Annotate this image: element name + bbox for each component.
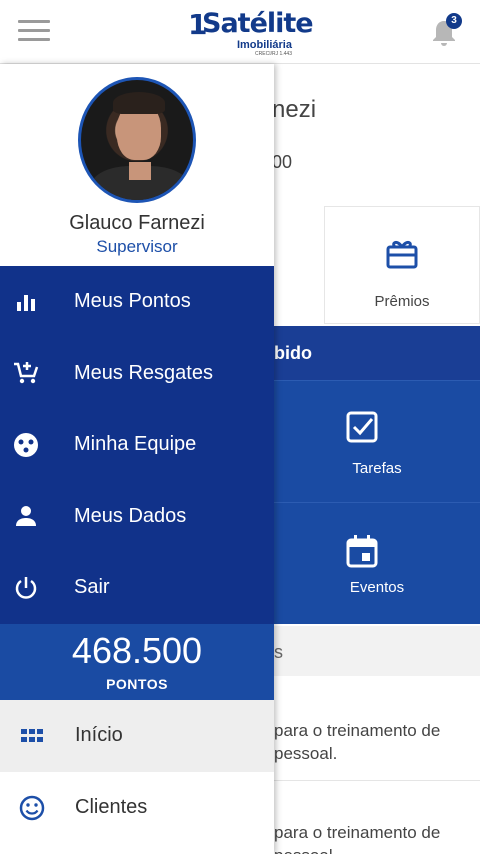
team-icon [14, 432, 38, 457]
eventos-tile[interactable]: Eventos [274, 502, 480, 624]
menu-label: Meus Pontos [74, 290, 191, 313]
nav-label: Clientes [75, 796, 148, 818]
profile-header: Glauco Farnezi Supervisor [0, 64, 274, 266]
notification-badge: 3 [446, 13, 462, 29]
tarefas-label: Tarefas [352, 460, 402, 477]
menu-item-meus-dados[interactable]: Meus Dados [0, 481, 274, 553]
person-icon [16, 506, 36, 527]
cart-add-icon [14, 362, 39, 384]
section-band-text: bido [274, 343, 312, 363]
section-strip [274, 626, 480, 676]
points-label: PONTOS [106, 676, 168, 692]
section-strip-text: s [274, 642, 283, 662]
bg-points: 00 [272, 152, 293, 172]
feed-divider [274, 780, 480, 781]
hamburger-menu-icon[interactable] [18, 20, 50, 42]
feed-line-2: pessoal. [274, 744, 338, 763]
feed-line-4: pessoal [274, 846, 333, 854]
menu-item-meus-resgates[interactable]: Meus Resgates [0, 338, 274, 410]
nav-item-inicio[interactable]: Início [0, 700, 274, 772]
bg-user-name: nezi [272, 96, 317, 123]
logo-main-text: Satélite [202, 8, 314, 39]
feed-line-1: para o treinamento de [274, 721, 441, 740]
points-value: 468.500 [71, 630, 203, 671]
menu-label: Minha Equipe [74, 433, 197, 456]
navigation-drawer: Glauco Farnezi Supervisor Meus Pontos Me… [0, 64, 274, 854]
drawer-menu: Meus Pontos Meus Resgates Minha Equipe M… [0, 266, 274, 624]
logo-tiny-text: CRECI/RJ 1.443 [255, 51, 292, 57]
menu-label: Meus Resgates [74, 361, 213, 384]
nav-label: Início [75, 724, 123, 746]
menu-label: Meus Dados [74, 504, 187, 527]
premios-tile[interactable]: Prêmios [324, 206, 480, 324]
profile-role: Supervisor [96, 237, 178, 256]
points-summary: 468.500 PONTOS [0, 624, 274, 700]
power-icon [15, 576, 37, 599]
grid-icon [21, 729, 43, 742]
calendar-icon [346, 535, 378, 568]
menu-label: Sair [74, 576, 110, 599]
menu-item-minha-equipe[interactable]: Minha Equipe [0, 409, 274, 481]
premios-label: Prêmios [374, 293, 430, 310]
gift-icon [386, 240, 418, 269]
task-check-icon [346, 411, 378, 443]
logo-sub-text: Imobiliária [236, 39, 292, 51]
menu-item-meus-pontos[interactable]: Meus Pontos [0, 266, 274, 338]
nav-item-clientes[interactable]: Clientes [0, 772, 274, 844]
tarefas-tile[interactable]: Tarefas [274, 380, 480, 502]
top-bar: 1 Satélite Imobiliária CRECI/RJ 1.443 3 [0, 0, 480, 64]
feed-line-3: para o treinamento de [274, 823, 441, 842]
menu-item-sair[interactable]: Sair [0, 552, 274, 624]
app-logo: 1 Satélite Imobiliária CRECI/RJ 1.443 [188, 8, 314, 57]
smiley-icon [19, 795, 45, 821]
avatar[interactable] [78, 77, 196, 203]
eventos-label: Eventos [349, 579, 405, 596]
bar-chart-icon [17, 294, 35, 311]
profile-name: Glauco Farnezi [69, 212, 205, 234]
